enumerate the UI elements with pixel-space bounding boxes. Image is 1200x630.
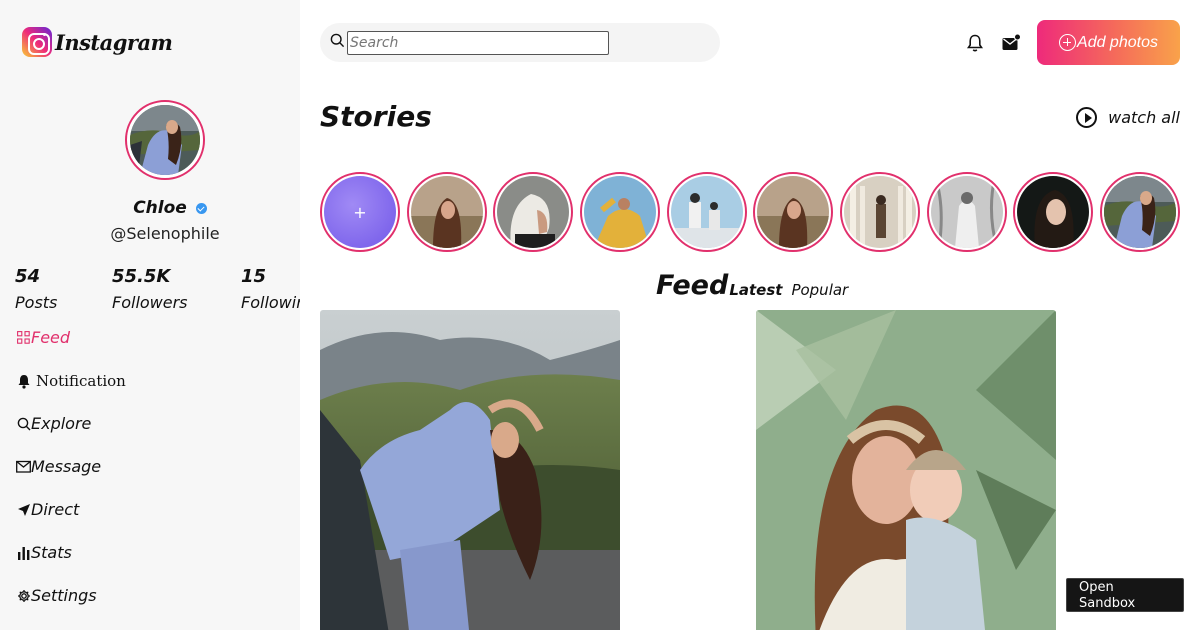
- feed-post[interactable]: [756, 310, 1056, 630]
- story-thumbnail: [844, 176, 916, 248]
- story-add[interactable]: +: [320, 172, 400, 252]
- story-thumbnail: [1017, 176, 1089, 248]
- stat-label: Following: [241, 293, 300, 312]
- sidebar-item-stats[interactable]: Stats: [16, 543, 72, 562]
- open-sandbox-button[interactable]: Open Sandbox: [1066, 578, 1184, 612]
- story-thumbnail: [757, 176, 829, 248]
- logo[interactable]: Instagram: [22, 27, 173, 57]
- sidebar-item-label: Feed: [31, 328, 71, 347]
- tab-popular[interactable]: Popular: [791, 281, 848, 299]
- post-image: [756, 310, 1056, 630]
- story-item[interactable]: [407, 172, 487, 252]
- bell-icon[interactable]: [965, 33, 985, 57]
- gear-icon: [16, 588, 31, 603]
- tab-latest[interactable]: Latest: [729, 281, 782, 299]
- story-thumbnail: [497, 176, 569, 248]
- plus-circle-icon: [1059, 34, 1077, 51]
- watch-all-button[interactable]: watch all: [1076, 107, 1180, 128]
- story-item[interactable]: [667, 172, 747, 252]
- sidebar-item-label: Explore: [31, 414, 92, 433]
- mail-icon: [16, 459, 31, 474]
- send-icon: [16, 502, 31, 517]
- search-input[interactable]: [347, 30, 609, 55]
- sidebar-item-message[interactable]: Message: [16, 457, 101, 476]
- add-photos-button[interactable]: Add photos: [1037, 20, 1180, 65]
- stat-followers[interactable]: 55.5K Followers: [112, 266, 188, 312]
- sidebar-item-explore[interactable]: Explore: [16, 414, 91, 433]
- search-bar: [320, 23, 720, 62]
- main-content: Add photos Stories watch all +: [300, 0, 1200, 630]
- story-item[interactable]: [840, 172, 920, 252]
- avatar: [130, 105, 200, 175]
- stat-value: 15: [241, 266, 267, 287]
- feed-header: Feed Latest Popular: [656, 270, 848, 301]
- sidebar-item-label: Settings: [31, 586, 97, 605]
- mail-unread-icon[interactable]: [1001, 33, 1021, 57]
- play-icon: [1076, 107, 1098, 128]
- stat-posts[interactable]: 54 Posts: [15, 266, 57, 312]
- feed-post[interactable]: [320, 310, 620, 630]
- profile-handle: @Selenophile: [110, 224, 220, 243]
- story-item[interactable]: [580, 172, 660, 252]
- stat-label: Posts: [15, 293, 58, 312]
- add-photos-label: Add photos: [1077, 33, 1158, 51]
- story-item[interactable]: [1100, 172, 1180, 252]
- story-thumbnail: [584, 176, 656, 248]
- sidebar-item-notification[interactable]: Notification: [16, 372, 126, 390]
- add-story-icon: +: [353, 202, 367, 222]
- sidebar-item-label: Message: [31, 457, 102, 476]
- search-icon: [16, 416, 31, 431]
- story-thumbnail: [931, 176, 1003, 248]
- profile-name: Chloe: [133, 198, 187, 218]
- search-icon: [330, 33, 345, 52]
- sidebar-item-label: Direct: [31, 500, 80, 519]
- post-image: [320, 310, 620, 630]
- watch-all-label: watch all: [1108, 108, 1180, 127]
- bar-chart-icon: [16, 545, 31, 560]
- sidebar-item-settings[interactable]: Settings: [16, 586, 97, 605]
- stat-following[interactable]: 15 Following: [241, 266, 300, 312]
- story-thumbnail: [411, 176, 483, 248]
- stat-value: 55.5K: [112, 266, 171, 287]
- feed-title: Feed: [656, 270, 729, 301]
- story-item[interactable]: [927, 172, 1007, 252]
- story-item[interactable]: [1013, 172, 1093, 252]
- profile-name-row: Chloe: [0, 198, 300, 218]
- stories-title: Stories: [320, 100, 432, 133]
- sidebar-item-feed[interactable]: Feed: [16, 328, 70, 347]
- story-thumbnail: [1104, 176, 1176, 248]
- verified-badge-icon: [195, 202, 207, 214]
- instagram-logo-icon: [22, 27, 52, 57]
- story-thumbnail: [671, 176, 743, 248]
- sidebar-item-label: Notification: [36, 372, 126, 390]
- stat-label: Followers: [112, 293, 188, 312]
- stat-value: 54: [15, 266, 41, 287]
- story-item[interactable]: [753, 172, 833, 252]
- profile-avatar-ring[interactable]: [125, 100, 205, 180]
- bell-icon: [16, 374, 31, 389]
- logo-text: Instagram: [55, 29, 173, 55]
- sidebar-item-direct[interactable]: Direct: [16, 500, 79, 519]
- grid-icon: [16, 330, 31, 345]
- sidebar-item-label: Stats: [31, 543, 72, 562]
- story-item[interactable]: [493, 172, 573, 252]
- sidebar: Instagram Chloe @Selenophile 54 Posts 55…: [0, 0, 300, 630]
